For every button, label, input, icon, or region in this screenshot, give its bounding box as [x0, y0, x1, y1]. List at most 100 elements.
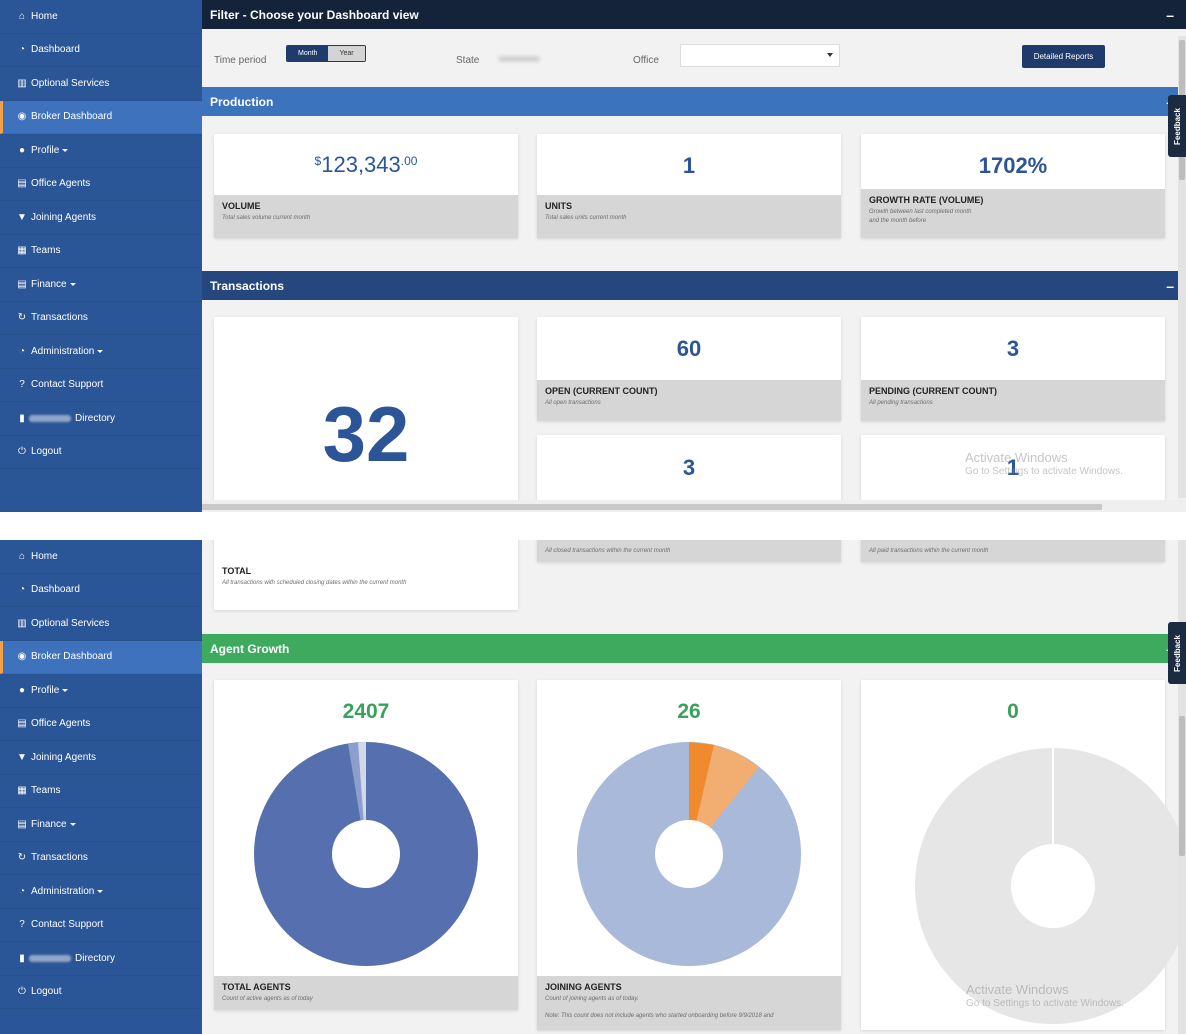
dashboard-icon: ◔: [18, 44, 26, 56]
total-transactions-desc: All transactions with scheduled closing …: [222, 580, 407, 586]
main-content: TOTAL All transactions with scheduled cl…: [202, 540, 1186, 1034]
home-icon: ⌂: [18, 10, 26, 22]
transactions-collapse-button[interactable]: –: [1166, 278, 1174, 294]
units-footer: UNITS Total sales units current month: [537, 195, 841, 238]
sidebar-item-label: Finance: [31, 818, 67, 830]
horizontal-scrollbar[interactable]: [202, 500, 1186, 512]
pending-desc: All pending transactions: [869, 400, 933, 406]
sidebar-item-administration[interactable]: ◔ Administration: [0, 875, 202, 909]
sidebar-item-teams[interactable]: ▦ Teams: [0, 775, 202, 808]
sidebar-item-office-agents[interactable]: ▤ Office Agents: [0, 708, 202, 741]
joining-agents-chart: [577, 742, 801, 966]
refresh-icon: ↻: [17, 312, 27, 324]
sidebar-item-directory[interactable]: ▮ Directory: [0, 942, 202, 976]
caret-down-icon: [97, 889, 104, 893]
year-toggle[interactable]: Year: [328, 46, 365, 61]
sidebar-item-dashboard[interactable]: ◔ Dashboard: [0, 574, 202, 607]
sidebar-item-finance[interactable]: ▤ Finance: [0, 808, 202, 842]
sidebar-item-label: Transactions: [31, 312, 88, 324]
table-icon: ▤: [17, 818, 27, 830]
pending-footer: PENDING (CURRENT COUNT) All pending tran…: [861, 380, 1165, 421]
horizontal-scroll-thumb[interactable]: [202, 504, 1102, 510]
volume-label: VOLUME: [222, 201, 261, 211]
sidebar-item-joining-agents[interactable]: ▼ Joining Agents: [0, 741, 202, 775]
sidebar-item-label: Office Agents: [31, 178, 91, 190]
list-icon: ▤: [17, 178, 27, 190]
total-agents-label: TOTAL AGENTS: [222, 982, 291, 992]
sidebar-item-teams[interactable]: ▦ Teams: [0, 235, 202, 268]
refresh-icon: ↻: [17, 852, 27, 864]
question-icon: ?: [19, 919, 25, 931]
detailed-reports-button[interactable]: Detailed Reports: [1022, 45, 1105, 68]
office-select[interactable]: [680, 44, 840, 67]
growth-value: 1702%: [978, 153, 1048, 178]
gauge-icon: ◔: [18, 885, 26, 897]
total-transactions-footer: TOTAL All transactions with scheduled cl…: [214, 560, 518, 610]
sidebar-item-optional-services[interactable]: ▥ Optional Services: [0, 607, 202, 641]
caret-down-icon: [62, 688, 69, 692]
vertical-scrollbar[interactable]: [1178, 540, 1186, 1034]
sidebar-item-label: Home: [31, 550, 58, 562]
volume-card: $123,343.00 VOLUME Total sales volume cu…: [214, 134, 518, 238]
sidebar-item-joining-agents[interactable]: ▼ Joining Agents: [0, 201, 202, 235]
month-toggle[interactable]: Month: [287, 46, 329, 61]
sidebar-item-label: Broker Dashboard: [31, 111, 113, 123]
sidebar-item-label: Broker Dashboard: [31, 651, 113, 663]
gauge-icon: ◔: [18, 345, 26, 357]
sidebar: ⌂ Home ◔ Dashboard ▥ Optional Services ◉ Broker…: [0, 0, 202, 512]
sidebar-item-finance[interactable]: ▤ Finance: [0, 268, 202, 302]
sidebar-item-label: Profile: [31, 144, 60, 156]
vertical-scroll-thumb[interactable]: [1179, 716, 1185, 856]
production-header: Production –: [202, 87, 1186, 116]
book-icon: ▮: [19, 952, 25, 964]
user-icon: ●: [18, 684, 26, 696]
sidebar-item-logout[interactable]: ⏻ Logout: [0, 976, 202, 1009]
filter-collapse-button[interactable]: –: [1166, 7, 1174, 23]
sidebar-nav: ⌂ Home ◔ Dashboard ▥ Optional Services ◉ Broker…: [0, 540, 202, 1009]
state-value[interactable]: [498, 56, 540, 62]
sidebar-item-broker-dashboard[interactable]: ◉ Broker Dashboard: [0, 640, 202, 674]
eye-icon: ◉: [17, 651, 27, 663]
sidebar-item-transactions[interactable]: ↻ Transactions: [0, 842, 202, 875]
sidebar-item-office-agents[interactable]: ▤ Office Agents: [0, 168, 202, 201]
production-title: Production: [210, 94, 274, 109]
paid-card: All paid transactions within the current…: [861, 540, 1165, 562]
third-agents-card: 0: [861, 680, 1186, 1030]
sidebar-item-home[interactable]: ⌂ Home: [0, 0, 202, 34]
sidebar-item-label: Contact Support: [31, 379, 104, 391]
sidebar-nav: ⌂ Home ◔ Dashboard ▥ Optional Services ◉ Broker…: [0, 0, 202, 469]
joining-agents-footer: JOINING AGENTS Count of joining agents a…: [537, 976, 841, 1030]
question-icon: ?: [19, 379, 25, 391]
sidebar-item-label: Profile: [31, 684, 60, 696]
total-agents-card: 2407 TOTAL AGENTS Count of active agents…: [214, 680, 518, 1010]
joining-agents-value: 26: [677, 700, 701, 723]
sidebar-item-profile[interactable]: ● Profile: [0, 674, 202, 708]
total-agents-chart: [254, 742, 478, 966]
sidebar-item-logout[interactable]: ⏻ Logout: [0, 436, 202, 469]
feedback-tab[interactable]: Feedback: [1168, 622, 1186, 684]
sidebar-item-contact-support[interactable]: ? Contact Support: [0, 909, 202, 942]
sidebar-item-transactions[interactable]: ↻ Transactions: [0, 302, 202, 335]
paid-value: 1: [1006, 455, 1020, 480]
sidebar-item-home[interactable]: ⌂ Home: [0, 540, 202, 574]
open-card: 60 OPEN (CURRENT COUNT) All open transac…: [537, 317, 841, 421]
cart-icon: ▼: [17, 211, 27, 223]
sidebar-item-administration[interactable]: ◔ Administration: [0, 335, 202, 369]
feedback-tab[interactable]: Feedback: [1168, 95, 1186, 157]
total-transactions-card: 32: [214, 317, 518, 512]
sidebar-item-directory[interactable]: ▮ Directory: [0, 402, 202, 436]
pending-label: PENDING (CURRENT COUNT): [869, 386, 997, 396]
table-icon: ▤: [17, 278, 27, 290]
time-period-toggle[interactable]: Month Year: [286, 45, 366, 62]
services-icon: ▥: [17, 77, 27, 89]
joining-agents-note: Note: This count does not include agents…: [545, 1013, 774, 1019]
sidebar-item-label: Dashboard: [31, 44, 80, 56]
sidebar-item-label: Joining Agents: [31, 751, 97, 763]
services-icon: ▥: [17, 617, 27, 629]
sidebar-item-dashboard[interactable]: ◔ Dashboard: [0, 34, 202, 67]
sidebar-item-profile[interactable]: ● Profile: [0, 134, 202, 168]
sidebar-item-optional-services[interactable]: ▥ Optional Services: [0, 67, 202, 101]
sidebar-item-contact-support[interactable]: ? Contact Support: [0, 369, 202, 402]
time-period-label: Time period: [214, 55, 267, 66]
sidebar-item-broker-dashboard[interactable]: ◉ Broker Dashboard: [0, 100, 202, 134]
